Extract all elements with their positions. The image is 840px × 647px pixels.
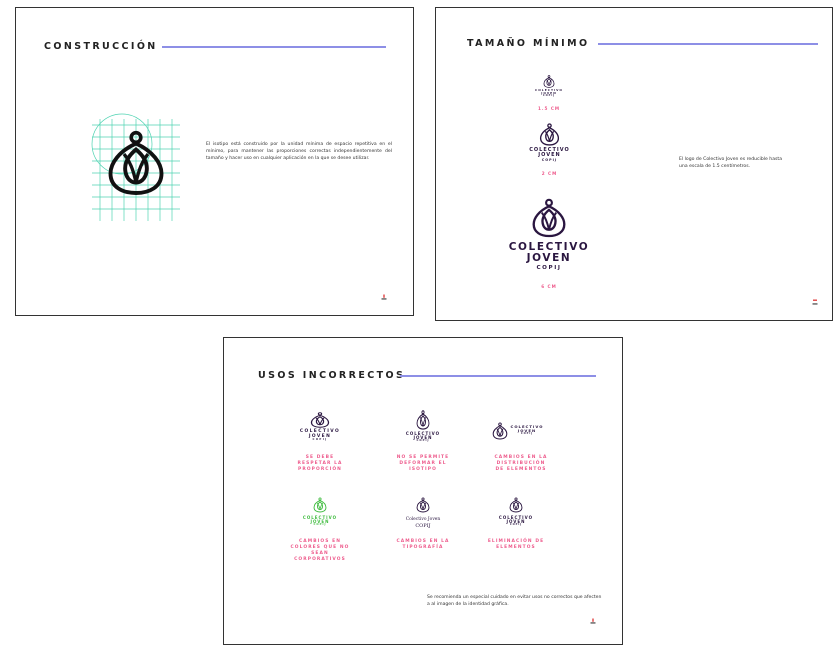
logo-wordmark-large: COLECTIVO JOVEN COPIJ [508,241,590,272]
isotype-large-icon [531,198,567,238]
slide-construction: CONSTRUCCIÓN El isotipo está construido … [15,7,414,316]
construction-description: El isotipo está construido por la unidad… [206,142,392,161]
caption-distribution: CAMBIOS EN LA DISTRIBUCIÓN DE ELEMENTOS [494,455,548,472]
title-rule [162,46,386,48]
title-rule [598,43,818,45]
caption-typography: CAMBIOS EN LA TIPOGRAFÍA [396,539,450,550]
title-rule [400,375,596,377]
logo-wordmark-elimination: COLECTIVO JOVEN COPIJ [498,515,534,527]
size-label-small: 1.5 CM [537,106,561,111]
isotype-small-icon [543,75,555,88]
isotype-wide-icon [310,412,330,428]
page-number-mark [381,294,387,300]
isotype-side-icon [492,422,508,440]
caption-proportion: SE DEBE RESPETAR LA PROPORCIÓN [297,455,343,472]
caption-elimination: ELIMINACIÓN DE ELEMENTOS [487,539,545,550]
logo-wordmark-green: COLECTIVO JOVEN COPIJ [302,515,338,527]
isotype-elimination-icon [509,497,523,513]
logo-wordmark-medium: COLECTIVO JOVEN COPIJ [529,147,570,162]
incorrect-uses-description: Se recomienda un especial cuidado en evi… [427,595,602,607]
isotype-green-icon [313,497,327,513]
isotype-deformed-icon [416,410,430,430]
page-number-mark [590,618,596,624]
caption-deform: NO SE PERMITE DEFORMAR EL ISOTIPO [396,455,450,472]
logo-wordmark-deformed: COLECTIVO JOVEN COPIJ [405,431,441,443]
caption-colors: CAMBIOS EN COLORES QUE NO SEAN CORPORATI… [290,539,350,562]
minimum-size-description: El logo de Colectivo Joven es reducible … [679,157,783,169]
size-label-large: 6 CM [541,284,557,289]
isotype-typography-icon [416,497,430,513]
size-label-medium: 2 CM [541,171,558,176]
logo-wordmark-stretched: COLECTIVO JOVEN COPIJ [299,429,341,442]
logo-wordmark-side: COLECTIVO JOVEN COPIJ [510,424,544,435]
isotype-medium-icon [539,123,560,146]
slide-title: TAMAÑO MÍNIMO [467,38,590,49]
slide-title: CONSTRUCCIÓN [44,41,158,52]
slide-incorrect-uses: USOS INCORRECTOS COLECTIVO JOVEN COPIJ S… [223,337,623,645]
isotype-logo-icon [106,130,166,196]
logo-wordmark-small: COLECTIVO JOVEN COPIJ [535,88,563,98]
logo-wordmark-serif: Colectivo Joven COPIJ [405,517,441,529]
page-number-mark [812,299,818,305]
slide-minimum-size: TAMAÑO MÍNIMO COLECTIVO JOVEN COPIJ 1.5 … [435,7,833,321]
slide-title: USOS INCORRECTOS [258,370,406,381]
